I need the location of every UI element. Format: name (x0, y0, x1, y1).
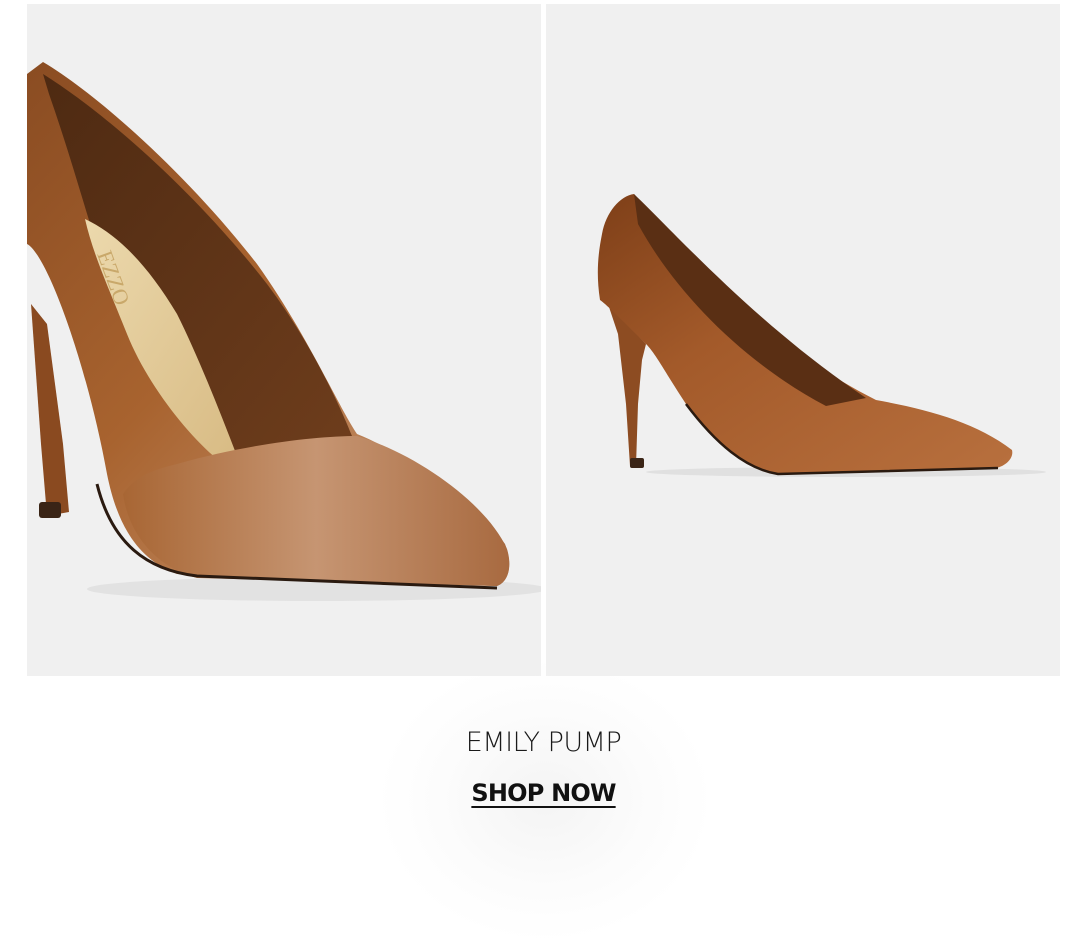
product-image-closeup[interactable]: EZZO (27, 4, 541, 676)
product-image-side[interactable] (546, 4, 1060, 676)
product-title: EMILY PUMP (465, 727, 622, 758)
shop-now-link[interactable]: SHOP NOW (471, 779, 616, 807)
shoe-side-image (597, 194, 1046, 477)
shop-now-container: SHOP NOW (0, 779, 1087, 807)
product-promo: EZZO EMILY PUMP SHOP NOW (0, 0, 1087, 940)
shoe-closeup-image: EZZO (27, 62, 541, 601)
